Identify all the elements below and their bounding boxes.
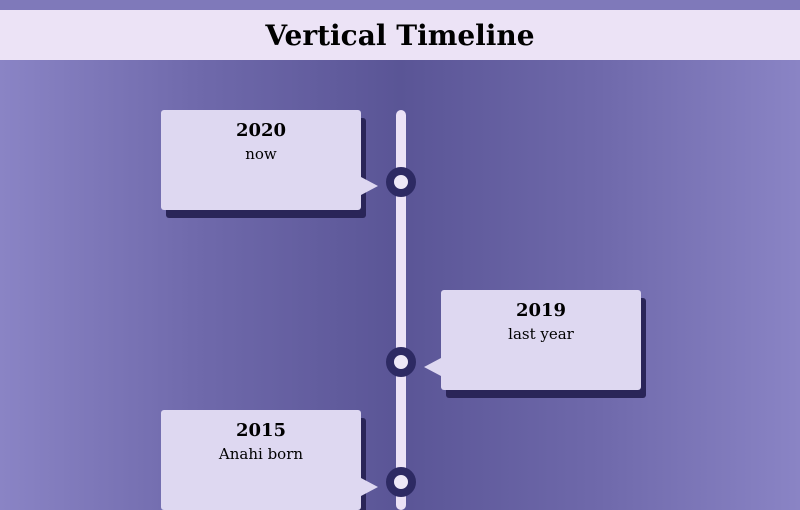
event-description: now [245,145,277,163]
event-year: 2015 [235,420,287,441]
top-strip [0,0,800,10]
timeline-marker [386,347,416,377]
event-description: last year [508,325,574,343]
timeline-card-2015: 2015 Anahi born [161,410,361,510]
page-title: Vertical Timeline [265,18,535,52]
event-year: 2019 [515,300,567,321]
event-year: 2020 [235,120,287,141]
timeline-marker [386,467,416,497]
timeline-card-2020: 2020 now [161,110,361,210]
card-pointer [424,358,441,376]
card-pointer [361,177,378,195]
timeline-marker [386,167,416,197]
timeline-card-2019: 2019 last year [441,290,641,390]
event-description: Anahi born [218,445,304,463]
page-header: Vertical Timeline [0,10,800,60]
card-pointer [361,478,378,496]
